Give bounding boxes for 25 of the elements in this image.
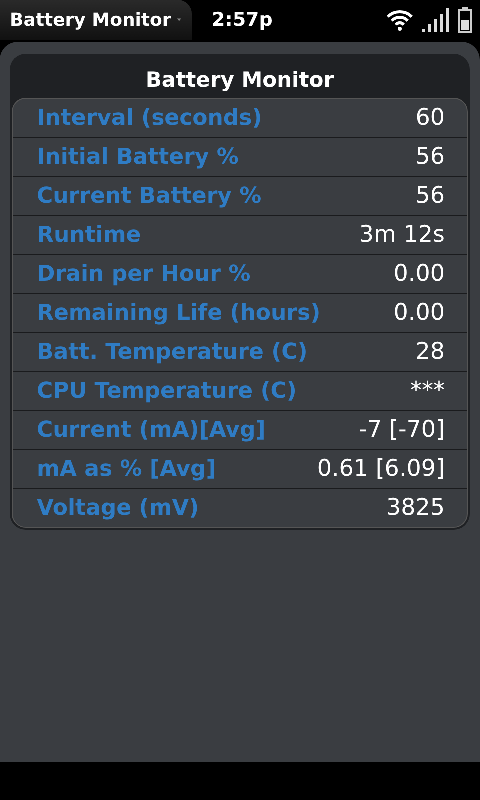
stat-label: Initial Battery % — [37, 144, 239, 170]
stat-label: CPU Temperature (C) — [37, 378, 297, 404]
stat-label: Interval (seconds) — [37, 106, 262, 130]
stat-label: Current (mA)[Avg] — [37, 418, 266, 442]
stat-value: 56 — [416, 144, 445, 170]
stat-label: Voltage (mV) — [37, 496, 200, 520]
stat-value: 60 — [416, 105, 445, 131]
stat-value: -7 [-70] — [359, 417, 445, 443]
stat-label: Remaining Life (hours) — [37, 300, 321, 326]
stat-value: 0.61 [6.09] — [317, 456, 445, 482]
stat-label: Drain per Hour % — [37, 262, 251, 286]
stat-value: 3825 — [386, 495, 445, 521]
stat-value: 3m 12s — [359, 222, 445, 248]
stat-value: *** — [410, 378, 445, 404]
stat-value: 0.00 — [394, 261, 445, 287]
stat-label: Runtime — [37, 222, 142, 248]
stat-value: 28 — [416, 339, 445, 365]
clock-time: 2:57p — [212, 9, 273, 31]
panel-title: Battery Monitor — [144, 67, 336, 94]
stat-label: Current Battery % — [37, 184, 262, 208]
stat-value: 0.00 — [394, 300, 445, 326]
stat-label: mA as % [Avg] — [37, 456, 216, 482]
stat-value: 56 — [416, 183, 445, 209]
stat-label: Batt. Temperature (C) — [37, 340, 308, 364]
app-menu-button[interactable]: Battery Monitor — [0, 0, 192, 40]
